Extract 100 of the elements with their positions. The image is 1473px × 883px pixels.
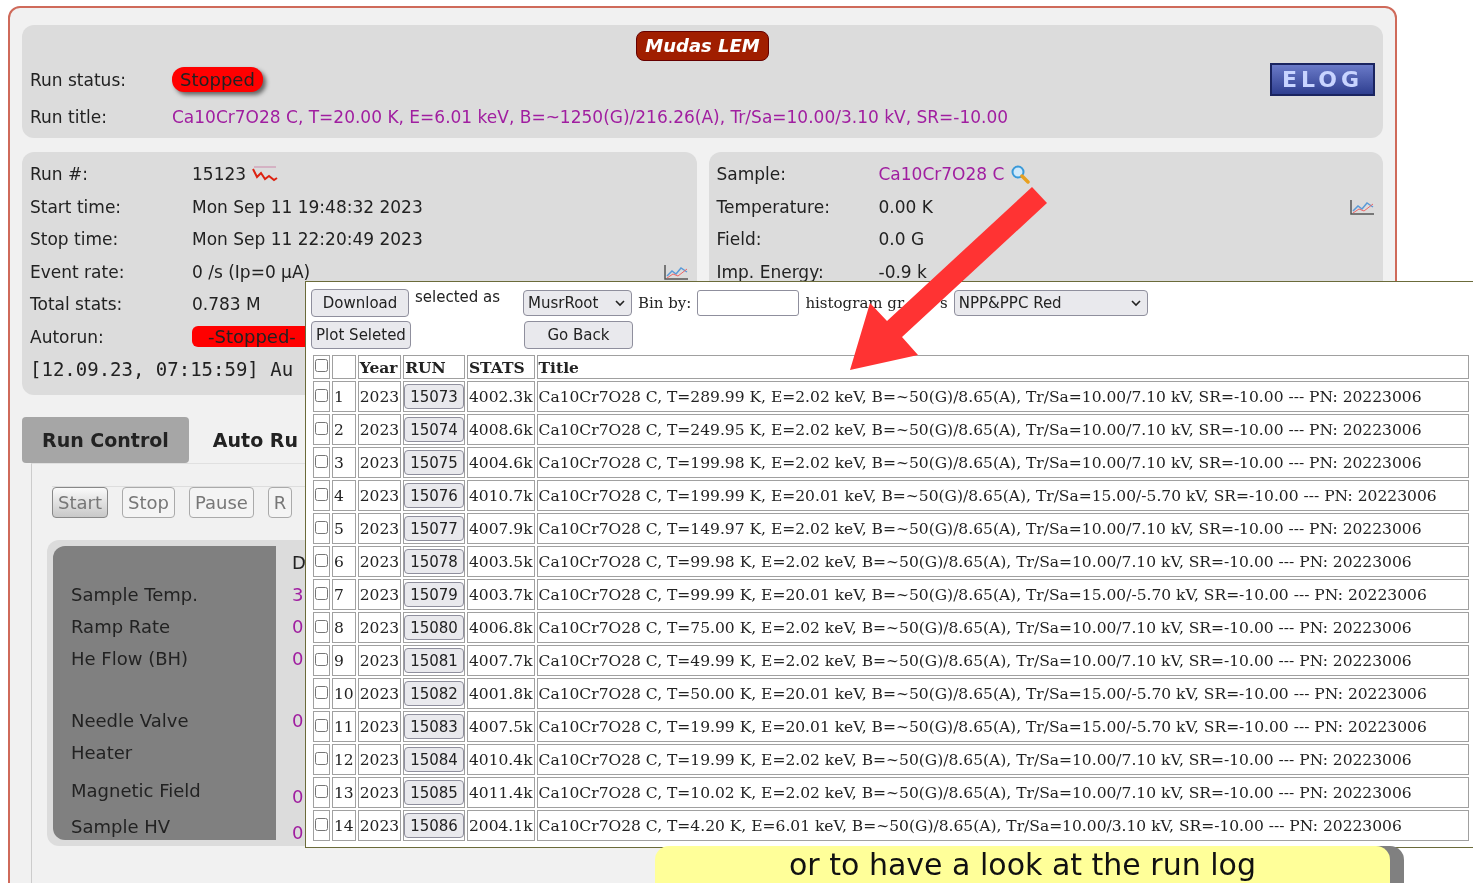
run-button[interactable]: 15078	[404, 549, 464, 574]
caret-icon	[615, 298, 625, 307]
table-cell: 5	[332, 513, 356, 544]
search-icon[interactable]	[1010, 164, 1031, 185]
row-checkbox[interactable]	[315, 520, 328, 534]
row-checkbox[interactable]	[315, 388, 328, 402]
caption-text: or to have a look at the run log	[789, 847, 1256, 882]
plot-button[interactable]: Plot Seleted	[311, 320, 411, 349]
elog-logo[interactable]: ELOG	[1269, 63, 1375, 96]
row-checkbox[interactable]	[315, 487, 328, 501]
table-cell: 2023	[357, 480, 402, 511]
readout-label: Ramp Rate	[71, 615, 171, 637]
table-cell: 7	[332, 579, 356, 610]
row-checkbox[interactable]	[315, 718, 328, 732]
table-cell: 2023	[357, 513, 402, 544]
table-cell: Ca10Cr7O28 C, T=289.99 K, E=2.02 keV, B=~50(G)/8.65(A), Tr/Sa=10.00/7.10 kV, SR=-10.00 --- PN: 20223006	[536, 381, 1469, 412]
row-checkbox[interactable]	[315, 586, 328, 600]
line-chart-icon[interactable]	[1349, 197, 1375, 216]
run-button[interactable]: 15075	[404, 450, 464, 475]
readout-value: 0	[292, 647, 304, 669]
grouping-select[interactable]: NPP&PPC Red	[953, 289, 1148, 316]
download-button[interactable]: Download	[311, 288, 409, 317]
tab[interactable]: Run Control	[22, 417, 189, 463]
table-cell: 4004.6k	[466, 447, 535, 478]
histogram-label: histogram gr	[805, 293, 905, 312]
bin-by-label: Bin by:	[638, 293, 692, 312]
run-title-value: Ca10Cr7O28 C, T=20.00 K, E=6.01 keV, B=~1250(G)/216.26(A), Tr/Sa=10.00/3.10 kV, SR=-10.00	[172, 106, 1009, 127]
table-cell: 2023	[357, 810, 402, 841]
run-button[interactable]: 15086	[404, 813, 464, 838]
readout-value: 0	[292, 709, 304, 731]
readout-label: Needle Valve	[71, 709, 189, 731]
column-header: RUN	[405, 357, 446, 377]
field-label: Temperature:	[716, 196, 831, 217]
readout-label: Magnetic Field	[71, 779, 201, 801]
table-cell: 4011.4k	[466, 777, 535, 808]
field-value: Ca10Cr7O28 C	[878, 164, 1005, 185]
go-back-button[interactable]: Go Back	[524, 320, 633, 349]
column-header: STATS	[468, 357, 525, 377]
run-button[interactable]: 15083	[404, 714, 464, 739]
table-cell: Ca10Cr7O28 C, T=4.20 K, E=6.01 keV, B=~50(G)/8.65(A), Tr/Sa=10.00/3.10 kV, SR=-10.00 --- PN: 20223006	[536, 810, 1469, 841]
readout-value: 0	[292, 785, 304, 807]
field-value: -0.9 k	[878, 261, 927, 282]
table-cell: Ca10Cr7O28 C, T=50.00 K, E=20.01 keV, B=~50(G)/8.65(A), Tr/Sa=15.00/-5.70 kV, SR=-10.00 --- PN: 20223006	[536, 678, 1469, 709]
row-checkbox[interactable]	[315, 751, 328, 765]
run-button[interactable]: 15077	[404, 516, 464, 541]
field-value: 0.783 M	[192, 294, 261, 315]
table-cell: 2023	[357, 546, 402, 577]
field-label: Start time:	[30, 196, 123, 217]
table-cell: 13	[332, 777, 356, 808]
field-value: Mon Sep 11 19:48:32 2023	[192, 196, 423, 217]
table-cell: 2023	[357, 678, 402, 709]
table-cell: 4003.7k	[466, 579, 535, 610]
status-badge: Stopped	[172, 67, 263, 92]
table-cell: 2023	[357, 381, 402, 412]
field-label: Sample:	[716, 164, 787, 185]
readout-value: 0	[292, 821, 304, 843]
table-cell: 2023	[357, 777, 402, 808]
run-button[interactable]: 15084	[404, 747, 464, 772]
table-cell: 10	[332, 678, 356, 709]
row-checkbox[interactable]	[315, 553, 328, 567]
run-button[interactable]: 15082	[404, 681, 464, 706]
select-all-checkbox[interactable]	[315, 359, 328, 372]
line-chart-icon[interactable]	[662, 262, 689, 281]
table-cell: 4008.6k	[466, 414, 535, 445]
run-button[interactable]: 15081	[404, 648, 464, 673]
row-checkbox[interactable]	[315, 652, 328, 666]
row-checkbox[interactable]	[315, 817, 328, 831]
table-cell: 4010.7k	[466, 480, 535, 511]
run-button[interactable]: 15079	[404, 582, 464, 607]
table-cell: 2004.1k	[466, 810, 535, 841]
table-cell: 2023	[357, 612, 402, 643]
selected-as-label: selected as	[415, 288, 502, 306]
field-label: Autorun:	[30, 326, 105, 347]
bin-input[interactable]	[697, 289, 800, 316]
field-label: Run title:	[30, 106, 108, 127]
field-value: 0.0 G	[878, 229, 925, 250]
row-checkbox[interactable]	[315, 421, 328, 435]
sparkline-icon[interactable]	[252, 165, 279, 184]
readout-label: Sample HV	[71, 815, 171, 837]
readout-label: Sample Temp.	[71, 583, 198, 605]
column-header: D	[292, 551, 306, 573]
field-label: Run status:	[30, 69, 127, 90]
table-cell: 4006.8k	[466, 612, 535, 643]
table-cell: 4007.9k	[466, 513, 535, 544]
column-header: Title	[538, 357, 579, 377]
run-button[interactable]: 15074	[404, 417, 464, 442]
table-cell: 14	[332, 810, 356, 841]
run-button[interactable]: 15085	[404, 780, 464, 805]
table-cell: 2023	[357, 579, 402, 610]
row-checkbox[interactable]	[315, 619, 328, 633]
run-button[interactable]: 15076	[404, 483, 464, 508]
table-cell: 6	[332, 546, 356, 577]
row-checkbox[interactable]	[315, 454, 328, 468]
row-checkbox[interactable]	[315, 784, 328, 798]
run-button[interactable]: 15080	[404, 615, 464, 640]
format-select[interactable]: MusrRoot	[523, 289, 632, 316]
field-label: Imp. Energy:	[716, 261, 825, 282]
row-checkbox[interactable]	[315, 685, 328, 699]
field-value: 0.00 K	[878, 196, 933, 217]
run-button[interactable]: 15073	[404, 384, 464, 409]
